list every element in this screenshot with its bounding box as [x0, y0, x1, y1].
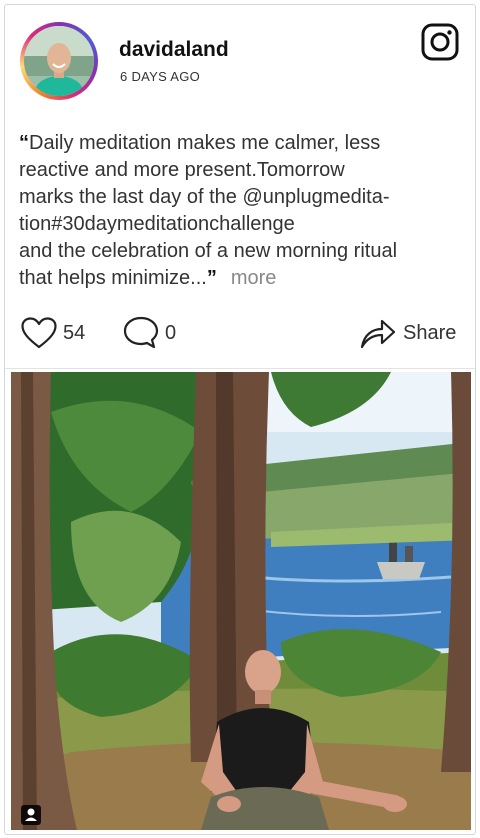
avatar-story-ring[interactable] — [20, 22, 98, 100]
post-header: davidaland 6 DAYS AGO — [5, 5, 475, 105]
post-card: davidaland 6 DAYS AGO “Daily meditation … — [4, 4, 476, 835]
like-count: 54 — [63, 321, 86, 344]
comment-bubble-icon — [123, 316, 159, 349]
like-button[interactable]: 54 — [21, 313, 85, 353]
post-actions: 54 0 Share — [5, 313, 475, 369]
post-image — [11, 372, 471, 830]
caption-line: marks the last day of the @unplugmedita- — [19, 186, 390, 208]
heart-icon — [21, 317, 57, 349]
caption-line: reactive and more present.Tomorrow — [19, 159, 345, 181]
more-link[interactable]: more — [231, 267, 277, 289]
caption-open-quote: “ — [19, 132, 29, 154]
instagram-icon[interactable] — [421, 23, 459, 61]
caption-line: and the celebration of a new morning rit… — [19, 240, 398, 262]
caption-line: Daily meditation makes me calmer, less — [29, 132, 381, 154]
share-arrow-icon — [360, 319, 396, 349]
post-timestamp: 6 DAYS AGO — [120, 69, 201, 84]
post-caption: “Daily meditation makes me calmer, less … — [19, 130, 469, 292]
post-photo[interactable] — [11, 372, 471, 830]
caption-line: tion#30daymeditationchallenge — [19, 213, 295, 235]
user-tag-icon[interactable] — [21, 805, 41, 825]
user-tag-glyph — [25, 808, 37, 821]
caption-line: that helps minimize... — [19, 267, 207, 289]
avatar-image — [24, 26, 94, 96]
divider — [5, 368, 475, 369]
share-label: Share — [403, 321, 457, 344]
comment-count: 0 — [165, 321, 177, 344]
comment-button[interactable]: 0 — [123, 313, 176, 353]
caption-close-quote: ” — [206, 267, 217, 289]
share-button[interactable]: Share — [359, 313, 456, 353]
avatar[interactable] — [24, 26, 94, 96]
username[interactable]: davidaland — [119, 38, 229, 62]
